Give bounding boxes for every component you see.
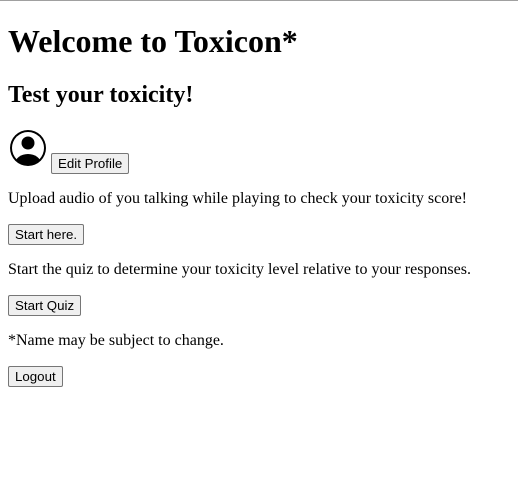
edit-profile-button[interactable]: Edit Profile — [51, 153, 130, 174]
audio-description: Upload audio of you talking while playin… — [8, 190, 467, 207]
start-audio-button[interactable]: Start here. — [8, 224, 85, 245]
top-border — [0, 0, 518, 1]
start-quiz-button[interactable]: Start Quiz — [8, 295, 82, 316]
name-footnote: *Name may be subject to change. — [8, 332, 224, 349]
page-title: Welcome to Toxicon* — [8, 23, 298, 59]
profile-row: Edit Profile — [8, 128, 308, 174]
quiz-description: Start the quiz to determine your toxicit… — [8, 261, 471, 278]
user-avatar-icon — [10, 130, 46, 166]
page-subtitle: Test your toxicity! — [8, 82, 194, 108]
logout-button[interactable]: Logout — [8, 366, 63, 387]
